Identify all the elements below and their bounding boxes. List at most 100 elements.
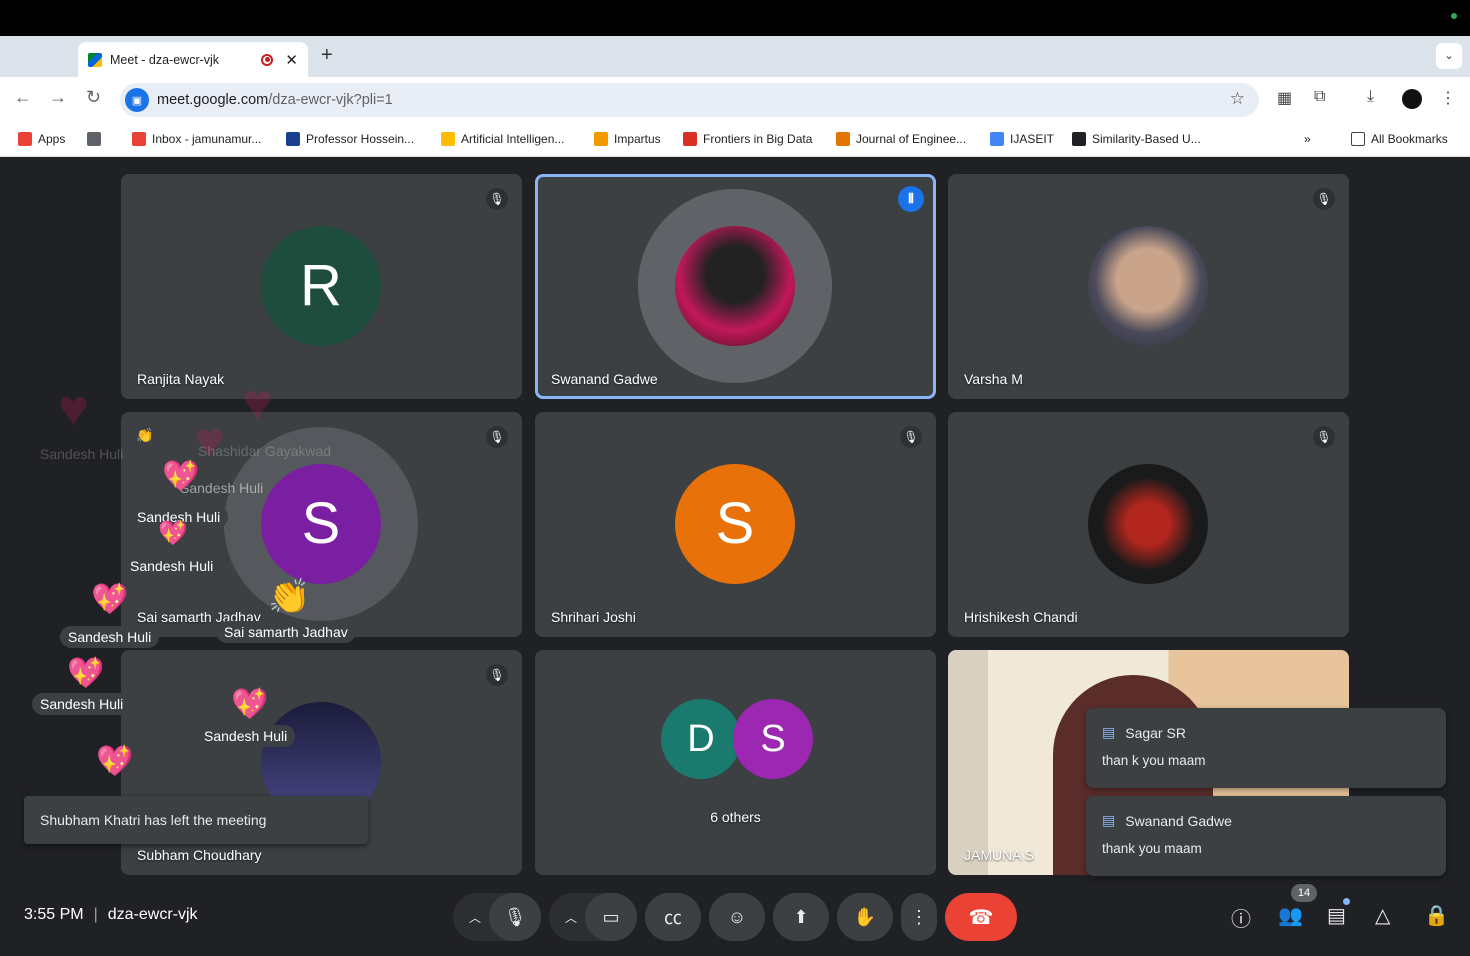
current-time: 3:55 PM (24, 906, 84, 923)
recording-icon (261, 53, 274, 66)
bookmark-item[interactable]: Impartus (594, 132, 661, 146)
folder-icon (1351, 132, 1365, 146)
chat-message-icon: ▤ (1102, 812, 1116, 828)
host-controls-icon[interactable]: 🔒 (1424, 903, 1449, 928)
bookmark-item[interactable] (87, 132, 107, 146)
activities-icon[interactable]: △ (1375, 903, 1390, 928)
tab-close-icon[interactable]: ✕ (285, 51, 298, 69)
chat-icon[interactable]: ▤ (1327, 903, 1346, 928)
present-button[interactable]: ⬆ (773, 893, 829, 941)
bookmark-label: Professor Hossein... (306, 132, 415, 146)
mic-off-icon: 🎙 (486, 426, 508, 448)
avatar: S (261, 464, 381, 584)
others-label: 6 others (710, 809, 761, 825)
mic-off-icon: 🎙 (486, 664, 508, 686)
reactions-button[interactable]: ☺ (709, 893, 765, 941)
participant-name: Swanand Gadwe (551, 371, 658, 387)
hand-raise-reaction-icon: 👏 (136, 427, 154, 443)
heart-reaction-icon: 💖 (91, 583, 129, 616)
heart-reaction-icon: 💖 (67, 657, 105, 690)
mic-off-icon: 🎙 (486, 188, 508, 210)
address-bar[interactable]: ▣ meet.google.com/dza-ewcr-vjk?pli=1 ☆ (120, 83, 1259, 117)
bookmarks-bar: Apps Inbox - jamunamur... Professor Hossei… (0, 122, 1470, 157)
avatar-d: D (661, 699, 741, 779)
others-tile[interactable]: D S 6 others (535, 650, 936, 875)
separator: | (93, 906, 98, 923)
captions-button[interactable]: ㏄ (645, 893, 701, 941)
leave-call-button[interactable]: ☎ (945, 893, 1017, 941)
avatar (1088, 464, 1208, 584)
bookmark-item[interactable]: Professor Hossein... (286, 132, 414, 146)
heart-reaction-icon: 💖 (231, 688, 269, 721)
tab-title: Meet - dza-ewcr-vjk (110, 52, 220, 67)
forward-arrow-icon[interactable]: → (49, 87, 67, 108)
chat-message-icon: ▤ (1102, 724, 1116, 740)
reaction-name: Sandesh Huli (32, 693, 132, 715)
participant-tile[interactable]: R 🎙 Ranjita Nayak (121, 174, 522, 399)
browser-menu-icon[interactable]: ⋮ (1440, 88, 1456, 108)
bookmark-label: Frontiers in Big Data (703, 132, 813, 146)
profile-avatar[interactable] (1402, 89, 1422, 109)
bookmark-item[interactable]: Artificial Intelligen... (441, 132, 564, 146)
new-tab-button[interactable]: + (321, 44, 333, 67)
participant-name: Hrishikesh Chandi (964, 609, 1078, 625)
reaction-name: Sai samarth Jadhav (216, 621, 356, 643)
bookmark-label: Similarity-Based U... (1092, 132, 1201, 146)
site-info-icon[interactable]: ▣ (125, 88, 149, 112)
url-text: meet.google.com/dza-ewcr-vjk?pli=1 (157, 92, 393, 108)
info-icon[interactable]: ⓘ (1231, 903, 1251, 932)
raise-hand-button[interactable]: ✋ (837, 893, 893, 941)
bookmark-item[interactable]: Inbox - jamunamur... (132, 132, 261, 146)
bookmark-item[interactable]: Apps (18, 132, 65, 146)
chat-text: thank you maam (1102, 841, 1202, 856)
tab-search-chevron-icon[interactable]: ⌄ (1436, 43, 1462, 69)
mic-icon: 🎙 (503, 906, 527, 927)
all-bookmarks-label: All Bookmarks (1371, 132, 1448, 146)
bookmark-item[interactable]: Journal of Enginee... (836, 132, 966, 146)
participant-name: Subham Choudhary (137, 847, 262, 863)
chat-unread-dot (1343, 898, 1350, 905)
people-icon[interactable]: 👥 (1278, 903, 1303, 928)
chat-notification[interactable]: ▤ Sagar SR than k you maam (1086, 708, 1446, 788)
frontiers-icon (683, 132, 697, 146)
bookmark-label: Inbox - jamunamur... (152, 132, 262, 146)
bookmark-star-icon[interactable]: ☆ (1230, 89, 1245, 109)
download-icon[interactable]: ⤓ (1367, 88, 1374, 106)
bookmark-item[interactable]: Similarity-Based U... (1072, 132, 1201, 146)
chat-sender: Sagar SR (1125, 724, 1186, 741)
back-arrow-icon[interactable]: ← (14, 87, 32, 108)
camera-button[interactable]: ▭ (585, 893, 637, 941)
mic-off-icon: 🎙 (1313, 426, 1335, 448)
participant-tile[interactable]: 🎙 Hrishikesh Chandi (948, 412, 1349, 637)
drive-icon (441, 132, 455, 146)
bookmarks-overflow-button[interactable]: » (1304, 132, 1311, 146)
heart-reaction-icon: 💖 (96, 745, 134, 778)
people-count-badge: 14 (1291, 884, 1317, 902)
clap-reaction-icon: 👏 (268, 578, 311, 616)
browser-tab[interactable]: Meet - dza-ewcr-vjk ✕ (78, 42, 308, 77)
chat-sender: Swanand Gadwe (1125, 812, 1232, 829)
camera-icon: ▭ (602, 906, 620, 927)
extension-icon[interactable]: ▦ (1277, 88, 1292, 108)
bookmark-item[interactable]: IJASEIT (990, 132, 1054, 146)
all-bookmarks-button[interactable]: All Bookmarks (1351, 132, 1448, 146)
participant-tile[interactable]: S 🎙 Shrihari Joshi (535, 412, 936, 637)
avatar: S (675, 464, 795, 584)
puzzle-extensions-icon[interactable]: ⧉ (1314, 88, 1325, 106)
chat-notification[interactable]: ▤ Swanand Gadwe thank you maam (1086, 796, 1446, 876)
video-options-chevron-icon[interactable]: ︿ (558, 893, 584, 941)
meeting-stage: R 🎙 Ranjita Nayak ⦀ Swanand Gadwe 🎙 Vars… (0, 157, 1470, 956)
reload-icon[interactable]: ↻ (86, 87, 101, 108)
audio-options-chevron-icon[interactable]: ︿ (462, 893, 488, 941)
participant-tile[interactable]: 🎙 Varsha M (948, 174, 1349, 399)
mic-button[interactable]: 🎙 (489, 893, 541, 941)
bookmark-label: IJASEIT (1010, 132, 1055, 146)
os-top-bar (0, 0, 1470, 36)
avatar (675, 226, 795, 346)
more-options-button[interactable]: ⋮ (901, 893, 937, 941)
bookmark-item[interactable]: Frontiers in Big Data (683, 132, 812, 146)
avatar (1088, 226, 1208, 346)
meet-favicon-icon (88, 52, 102, 67)
grid-icon (87, 132, 101, 146)
participant-tile[interactable]: ⦀ Swanand Gadwe (535, 174, 936, 399)
